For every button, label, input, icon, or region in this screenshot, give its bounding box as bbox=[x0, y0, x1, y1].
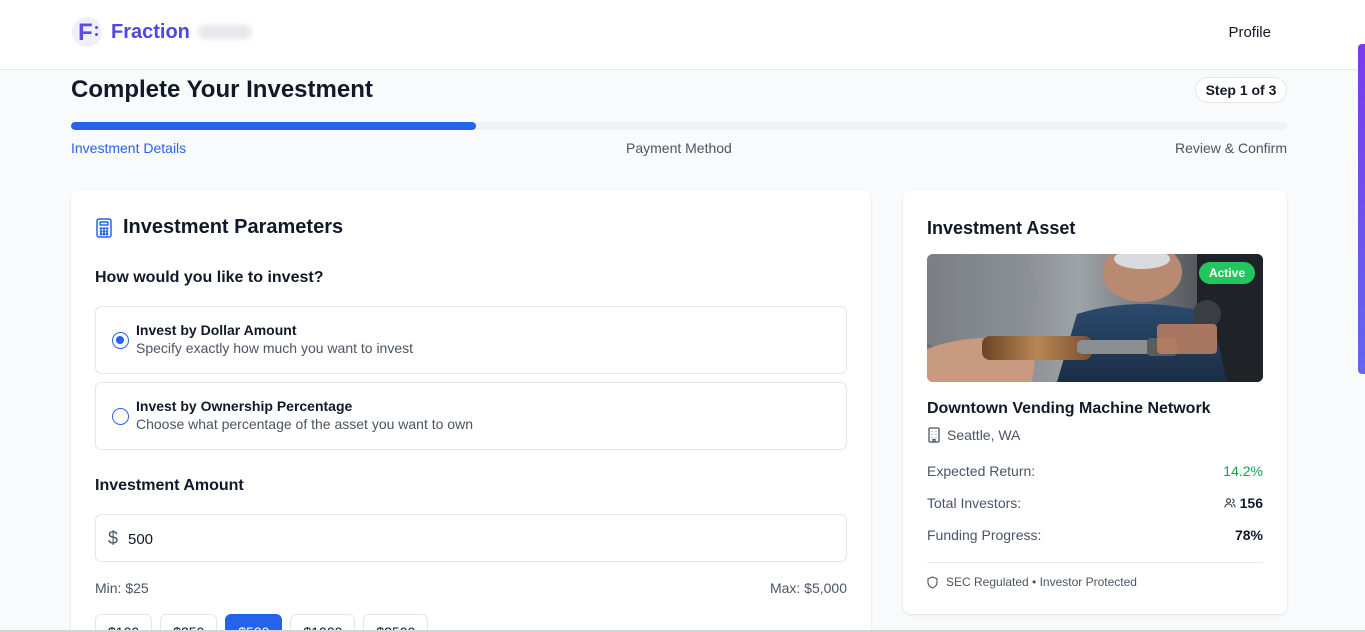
step-progress-bar bbox=[71, 122, 1287, 130]
step-review-confirm[interactable]: Review & Confirm bbox=[1175, 140, 1287, 156]
stat-label: Funding Progress: bbox=[927, 527, 1042, 543]
logo-dot bbox=[95, 33, 98, 36]
option-ownership-percentage[interactable]: Invest by Ownership Percentage Choose wh… bbox=[95, 382, 847, 450]
logo-letter: F bbox=[78, 19, 93, 46]
step-progress-fill bbox=[71, 122, 476, 130]
min-amount-label: Min: $25 bbox=[95, 580, 149, 596]
users-icon bbox=[1224, 498, 1236, 508]
investment-asset-card: Investment Asset Active Downtown Vending… bbox=[903, 190, 1287, 614]
investment-parameters-card: Investment Parameters How would you like… bbox=[71, 190, 871, 632]
stat-value: 156 bbox=[1239, 495, 1263, 511]
stat-value-wrap: 156 bbox=[1224, 495, 1263, 511]
asset-photo: Active bbox=[927, 254, 1263, 382]
logo-dot bbox=[95, 26, 98, 29]
option-description: Specify exactly how much you want to inv… bbox=[136, 340, 414, 356]
amount-input-wrapper[interactable]: $ bbox=[95, 514, 847, 562]
step-badge: Step 1 of 3 bbox=[1195, 77, 1287, 103]
status-badge: Active bbox=[1198, 262, 1255, 284]
stat-value: 78% bbox=[1234, 527, 1263, 543]
step-investment-details[interactable]: Investment Details bbox=[71, 140, 186, 156]
section-title-text: Investment Parameters bbox=[123, 216, 344, 238]
dollar-icon: $ bbox=[108, 528, 119, 548]
blurred-text bbox=[197, 25, 252, 39]
option-title: Invest by Dollar Amount bbox=[136, 322, 297, 338]
shield-icon bbox=[927, 575, 938, 589]
profile-link[interactable]: Profile bbox=[1228, 24, 1271, 41]
investment-amount-label: Investment Amount bbox=[95, 477, 244, 494]
section-title: Investment Parameters bbox=[95, 216, 343, 239]
step-payment-method[interactable]: Payment Method bbox=[626, 140, 732, 156]
stat-total-investors: Total Investors: 156 bbox=[927, 495, 1263, 515]
page-title: Complete Your Investment bbox=[71, 76, 373, 103]
stat-label: Expected Return: bbox=[927, 463, 1036, 479]
asset-location: Seattle, WA bbox=[927, 427, 1020, 443]
top-header: F Fraction Profile bbox=[0, 0, 1365, 70]
amount-input[interactable] bbox=[128, 527, 828, 551]
radio-ownership-percentage[interactable] bbox=[112, 408, 129, 425]
sec-note-text: SEC Regulated • Investor Protected bbox=[946, 575, 1137, 589]
location-text: Seattle, WA bbox=[947, 427, 1021, 443]
stat-label: Total Investors: bbox=[927, 495, 1022, 511]
option-description: Choose what percentage of the asset you … bbox=[136, 416, 473, 432]
radio-dollar-amount[interactable] bbox=[112, 332, 129, 349]
asset-heading: Investment Asset bbox=[927, 218, 1076, 238]
asset-name: Downtown Vending Machine Network bbox=[927, 400, 1211, 417]
brand-logo[interactable]: F Fraction bbox=[72, 17, 252, 47]
stat-funding-progress: Funding Progress: 78% bbox=[927, 527, 1263, 547]
option-dollar-amount[interactable]: Invest by Dollar Amount Specify exactly … bbox=[95, 306, 847, 374]
invest-method-question: How would you like to invest? bbox=[95, 269, 324, 286]
building-icon bbox=[928, 427, 940, 443]
brand-name: Fraction bbox=[111, 20, 190, 43]
divider bbox=[927, 562, 1263, 563]
stat-expected-return: Expected Return: 14.2% bbox=[927, 463, 1263, 483]
calculator-icon bbox=[96, 217, 112, 238]
sec-note: SEC Regulated • Investor Protected bbox=[927, 575, 1137, 589]
max-amount-label: Max: $5,000 bbox=[769, 580, 847, 596]
option-title: Invest by Ownership Percentage bbox=[136, 398, 353, 414]
stat-value: 14.2% bbox=[1223, 463, 1263, 479]
scrollbar-thumb[interactable] bbox=[1358, 44, 1365, 374]
fraction-logo-icon: F bbox=[72, 17, 102, 47]
